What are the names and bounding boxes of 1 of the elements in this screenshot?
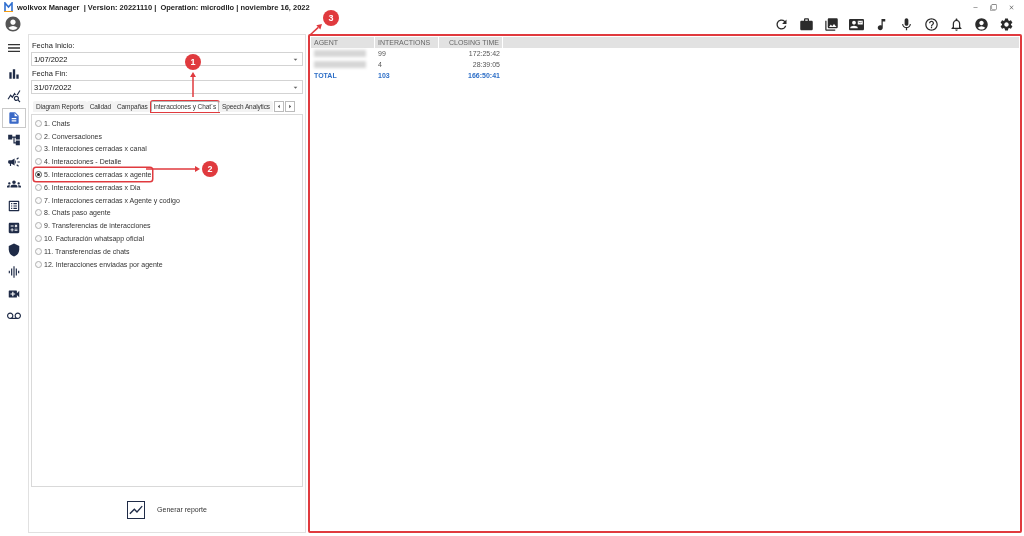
step-badge: 3	[323, 10, 339, 26]
